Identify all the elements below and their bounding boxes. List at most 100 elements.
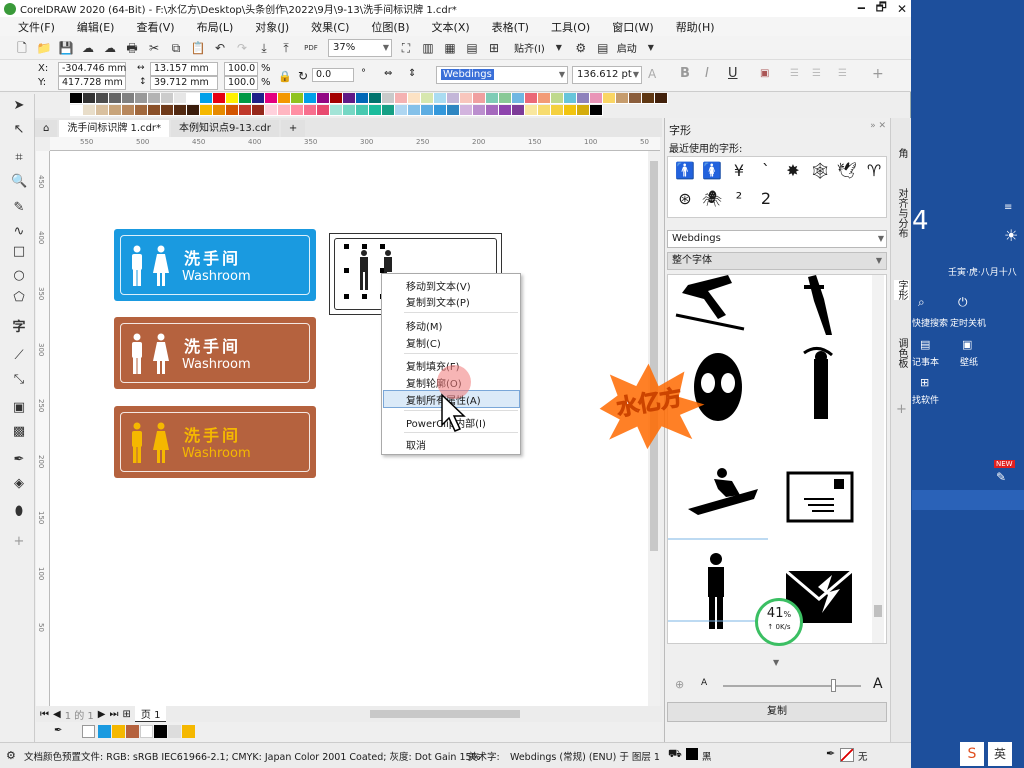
close-button[interactable]: ✕ [897,2,907,16]
washroom-sign-blue[interactable]: 洗手间 Washroom [114,229,316,301]
palette-swatch[interactable] [109,93,122,104]
surfer-glyph-icon[interactable] [688,468,758,515]
pick-tool-icon[interactable]: ➤ [11,98,27,114]
document-color-profile[interactable]: 文档颜色预置文件: RGB: sRGB IEC61966-2.1; CMYK: … [24,749,481,763]
show-guidelines-icon[interactable]: ▤ [464,40,480,56]
prev-page-icon[interactable]: ◀ [53,709,61,720]
glyph-list[interactable] [667,274,887,644]
tab-color-palettes[interactable]: 调色板 [894,338,909,368]
swatch-orange[interactable] [112,725,125,738]
glyph-zoom-slider[interactable] [723,685,861,687]
add-tool-icon[interactable]: + [11,534,27,550]
palette-swatch[interactable] [252,105,265,116]
desktop-item-notepad[interactable]: 记事本 [912,355,939,368]
palette-swatch[interactable] [252,93,265,104]
palette-swatch[interactable] [525,93,538,104]
drop-cap-icon[interactable]: ☰ [838,68,847,79]
menu-edit[interactable]: 编辑(E) [77,19,115,35]
font-size-select[interactable]: 136.612 pt ▼ [572,66,642,84]
recent-glyph[interactable]: ` [755,161,777,180]
menu-object[interactable]: 对象(J) [255,19,289,35]
bold-button[interactable]: B [680,66,690,81]
transparency-tool-icon[interactable]: ▩ [11,424,27,440]
chevron-down-icon[interactable]: ▼ [551,40,567,56]
palette-swatch[interactable] [616,93,629,104]
recent-glyph[interactable]: ♈ [863,161,885,180]
palette-swatch[interactable] [213,93,226,104]
palette-swatch[interactable] [564,93,577,104]
palette-swatch[interactable] [304,105,317,116]
ellipse-tool-icon[interactable]: ○ [11,268,27,284]
palette-swatch[interactable] [460,105,473,116]
width-field[interactable]: 13.157 mm [150,62,218,76]
color-palette[interactable] [70,93,668,117]
palette-swatch[interactable] [200,93,213,104]
dimension-tool-icon[interactable]: ⟋ [11,348,27,364]
palette-swatch[interactable] [473,93,486,104]
palette-swatch[interactable] [395,93,408,104]
palette-swatch[interactable] [408,93,421,104]
glyph-zoom-handle[interactable] [831,679,836,692]
recent-glyph[interactable]: 🚺 [701,161,723,180]
palette-swatch[interactable] [122,105,135,116]
palette-swatch[interactable] [343,93,356,104]
smart-fill-icon[interactable]: ⬮ [11,504,27,520]
sogou-ime-icon[interactable]: S [960,742,984,766]
palette-swatch[interactable] [512,93,525,104]
outline-color-swatch[interactable] [840,748,854,762]
man-glyph-icon[interactable] [708,553,724,629]
menu-help[interactable]: 帮助(H) [676,19,715,35]
palette-swatch[interactable] [434,105,447,116]
palette-swatch[interactable] [239,105,252,116]
palette-swatch[interactable] [577,93,590,104]
add-page-icon[interactable]: ⊞ [123,709,131,720]
open-folder-icon[interactable]: 📁 [36,40,52,56]
connector-tool-icon[interactable]: ⤡ [11,372,27,388]
interactive-fill-icon[interactable]: ◈ [11,476,27,492]
palette-swatch[interactable] [226,93,239,104]
palette-swatch[interactable] [421,105,434,116]
copy-glyph-button[interactable]: 复制 [667,702,887,722]
recent-glyph[interactable]: ✸ [782,161,804,180]
menu-item-copy[interactable]: 复制(C) [406,335,441,350]
palette-swatch[interactable] [226,105,239,116]
palette-swatch[interactable] [330,93,343,104]
palette-swatch[interactable] [304,93,317,104]
copy-icon[interactable]: ⧉ [168,40,184,56]
cut-icon[interactable]: ✂ [146,40,162,56]
swatch-black[interactable] [154,725,167,738]
menu-item-cancel[interactable]: 取消 [406,437,426,452]
text-align-icon[interactable]: ▣ [760,68,769,79]
freehand-tool-icon[interactable]: ✎ [11,200,27,216]
menu-window[interactable]: 窗口(W) [612,19,653,35]
search-icon[interactable]: ⌕ [918,295,925,310]
palette-swatch[interactable] [356,93,369,104]
character-range-select[interactable]: 整个字体 ▼ [667,252,887,270]
menu-bitmaps[interactable]: 位图(B) [371,19,409,35]
launch-label[interactable]: 启动 [617,40,637,55]
height-field[interactable]: 39.712 mm [150,76,218,90]
menu-item-copy-to-text[interactable]: 复制到文本(P) [406,294,470,309]
recent-glyph[interactable]: 🕷 [701,189,723,208]
tab-current-document[interactable]: 洗手间标识牌 1.cdr* [59,120,170,137]
palette-swatch[interactable] [109,105,122,116]
italic-button[interactable]: I [705,66,709,81]
palette-swatch[interactable] [590,93,603,104]
y-position-field[interactable]: 417.728 mm [58,76,126,90]
crop-tool-icon[interactable]: ⌗ [11,150,27,166]
x-position-field[interactable]: -304.746 mm [58,62,126,76]
palette-swatch[interactable] [317,93,330,104]
export-icon[interactable]: ⤒ [278,40,294,56]
network-speed-widget[interactable]: 41% ↑ 0K/s [755,598,803,646]
recent-glyph[interactable]: ⊛ [674,189,696,208]
desktop-item-search[interactable]: 快捷搜索 [912,316,948,329]
expand-down-icon[interactable]: ▼ [773,658,779,667]
shape-tool-icon[interactable]: ↖ [11,122,27,138]
no-color-swatch[interactable] [82,725,95,738]
horizontal-scroll-thumb[interactable] [370,710,520,718]
cloud-download-icon[interactable]: ☁ [102,40,118,56]
notepad-icon[interactable]: ▤ [920,338,930,351]
glyph-font-select[interactable]: Webdings ▼ [667,230,887,248]
desktop-item-wallpaper[interactable]: 壁纸 [960,355,978,368]
palette-swatch[interactable] [408,105,421,116]
